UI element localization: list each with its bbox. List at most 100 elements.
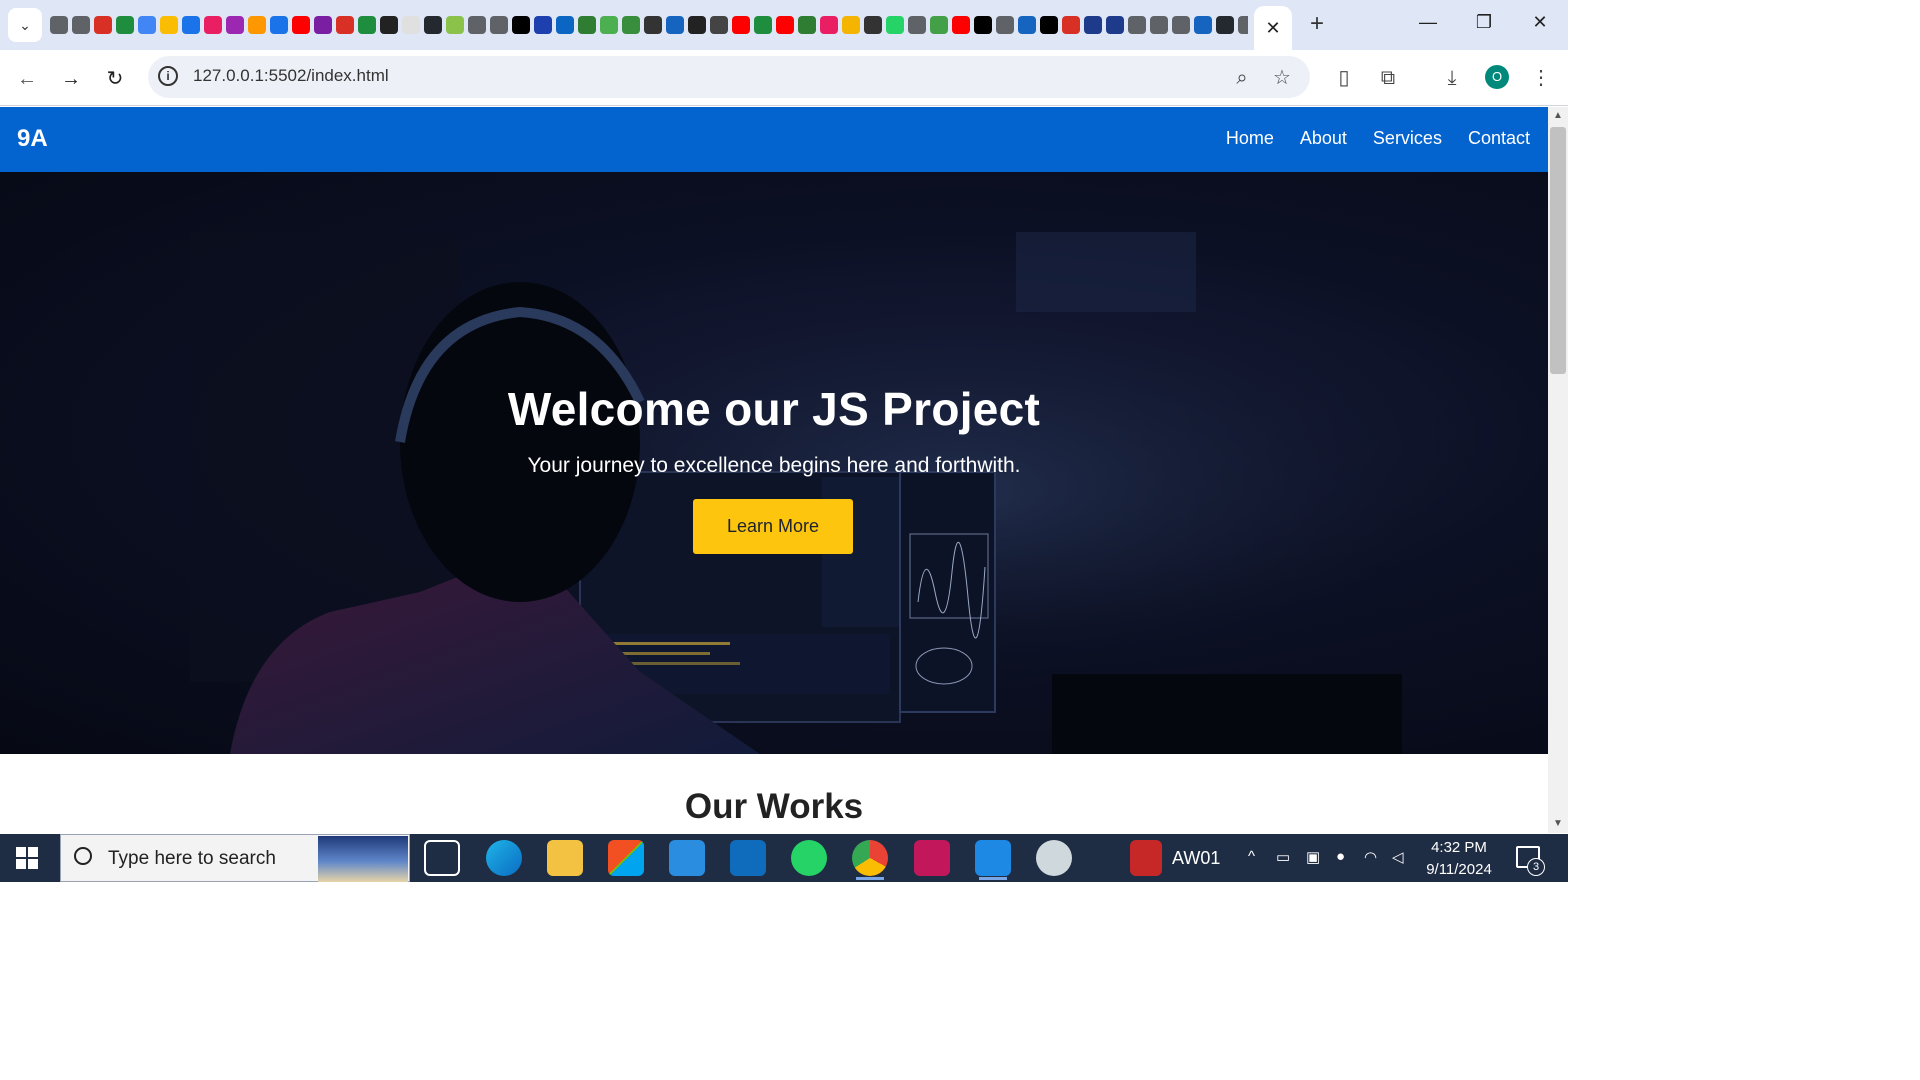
- pinned-tab-favicon-icon[interactable]: [556, 16, 574, 34]
- pinned-tab-favicon-icon[interactable]: [908, 16, 926, 34]
- pinned-tab-favicon-icon[interactable]: [622, 16, 640, 34]
- nav-link-about[interactable]: About: [1300, 128, 1347, 149]
- pinned-tab-favicon-icon[interactable]: [1172, 16, 1190, 34]
- pinned-tab-favicon-icon[interactable]: [1194, 16, 1212, 34]
- reading-mode-icon[interactable]: ▯: [1330, 64, 1358, 92]
- pinned-tab-favicon-icon[interactable]: [1128, 16, 1146, 34]
- pinned-tab-favicon-icon[interactable]: [512, 16, 530, 34]
- tray-overflow-icon[interactable]: ^: [1248, 848, 1255, 865]
- url-text[interactable]: 127.0.0.1:5502/index.html: [193, 66, 389, 86]
- pinned-tab-favicon-icon[interactable]: [996, 16, 1014, 34]
- learn-more-button[interactable]: Learn More: [693, 499, 853, 554]
- pinned-tab-favicon-icon[interactable]: [72, 16, 90, 34]
- pinned-tab-favicon-icon[interactable]: [204, 16, 222, 34]
- pinned-tab-favicon-icon[interactable]: [1150, 16, 1168, 34]
- pinned-tab-favicon-icon[interactable]: [644, 16, 662, 34]
- pinned-tab-favicon-icon[interactable]: [1216, 16, 1234, 34]
- pinned-tab-favicon-icon[interactable]: [468, 16, 486, 34]
- pinned-tab-favicon-icon[interactable]: [820, 16, 838, 34]
- pinned-tab-favicon-icon[interactable]: [490, 16, 508, 34]
- download-icon[interactable]: ⤓: [1438, 64, 1466, 92]
- back-icon[interactable]: ←: [12, 64, 42, 94]
- file-explorer-icon[interactable]: [547, 840, 583, 876]
- restore-icon[interactable]: ❐: [1464, 12, 1504, 38]
- outlook-icon[interactable]: [730, 840, 766, 876]
- pinned-tab-favicon-icon[interactable]: [600, 16, 618, 34]
- pinned-tab-favicon-icon[interactable]: [402, 16, 420, 34]
- scrollbar-thumb[interactable]: [1550, 127, 1566, 374]
- aw01-app-icon[interactable]: [1130, 840, 1162, 876]
- pinned-tab-favicon-icon[interactable]: [974, 16, 992, 34]
- pinned-tab-favicon-icon[interactable]: [754, 16, 772, 34]
- minimize-icon[interactable]: —: [1408, 12, 1448, 38]
- pinned-tab-favicon-icon[interactable]: [248, 16, 266, 34]
- pinned-tab-favicon-icon[interactable]: [930, 16, 948, 34]
- volume-icon[interactable]: ◁: [1392, 848, 1404, 866]
- pinned-tab-favicon-icon[interactable]: [732, 16, 750, 34]
- scroll-down-icon[interactable]: ▼: [1552, 818, 1564, 829]
- paint-icon[interactable]: [1036, 840, 1072, 876]
- pinned-tab-favicon-icon[interactable]: [314, 16, 332, 34]
- pinned-tab-favicon-icon[interactable]: [864, 16, 882, 34]
- pinned-tab-favicon-icon[interactable]: [534, 16, 552, 34]
- pinned-tab-favicon-icon[interactable]: [138, 16, 156, 34]
- active-tab-close-icon[interactable]: ✕: [1254, 6, 1292, 50]
- pinned-tab-favicon-icon[interactable]: [94, 16, 112, 34]
- pinned-tab-favicon-icon[interactable]: [1062, 16, 1080, 34]
- pinned-tab-favicon-icon[interactable]: [50, 16, 68, 34]
- new-tab-button[interactable]: +: [1304, 12, 1330, 38]
- taskbar-clock[interactable]: 4:32 PM 9/11/2024: [1420, 837, 1498, 881]
- close-window-icon[interactable]: ✕: [1520, 12, 1560, 38]
- pinned-tab-favicon-icon[interactable]: [688, 16, 706, 34]
- pinned-tab-favicon-icon[interactable]: [886, 16, 904, 34]
- pinned-tab-favicon-icon[interactable]: [270, 16, 288, 34]
- pinned-tab-favicon-icon[interactable]: [182, 16, 200, 34]
- pinned-tab-favicon-icon[interactable]: [1018, 16, 1036, 34]
- scroll-up-icon[interactable]: ▲: [1552, 110, 1564, 121]
- zoom-icon[interactable]: ⌕: [1228, 64, 1256, 92]
- pinned-tab-favicon-icon[interactable]: [952, 16, 970, 34]
- pinned-tab-favicon-icon[interactable]: [446, 16, 464, 34]
- pinned-tab-favicon-icon[interactable]: [380, 16, 398, 34]
- bookmark-star-icon[interactable]: ☆: [1268, 64, 1296, 92]
- site-info-icon[interactable]: i: [158, 66, 178, 86]
- site-logo[interactable]: 9A: [17, 125, 48, 153]
- aw01-label[interactable]: AW01: [1172, 848, 1220, 869]
- menu-icon[interactable]: ⋮: [1527, 64, 1555, 92]
- wifi-icon[interactable]: ◠: [1364, 848, 1377, 866]
- windows-start-icon[interactable]: [16, 847, 38, 869]
- pinned-tab-favicon-icon[interactable]: [1084, 16, 1102, 34]
- pinned-tab-favicon-icon[interactable]: [1040, 16, 1058, 34]
- nav-link-home[interactable]: Home: [1226, 128, 1274, 149]
- task-view-icon[interactable]: [424, 840, 460, 876]
- mail-icon[interactable]: [669, 840, 705, 876]
- tab-search-chevron-icon[interactable]: ⌄: [8, 8, 42, 42]
- chrome-icon[interactable]: [852, 840, 888, 880]
- pinned-tab-favicon-icon[interactable]: [1106, 16, 1124, 34]
- reload-icon[interactable]: ↻: [100, 64, 130, 94]
- pinned-tab-favicon-icon[interactable]: [666, 16, 684, 34]
- pinned-tab-favicon-icon[interactable]: [578, 16, 596, 34]
- battery-icon[interactable]: ▭: [1276, 848, 1290, 866]
- vscode-icon[interactable]: [975, 840, 1011, 880]
- pinned-tab-favicon-icon[interactable]: [710, 16, 728, 34]
- pinned-tab-favicon-icon[interactable]: [292, 16, 310, 34]
- nav-link-services[interactable]: Services: [1373, 128, 1442, 149]
- profile-avatar[interactable]: O: [1485, 65, 1509, 89]
- pinned-tab-favicon-icon[interactable]: [798, 16, 816, 34]
- screen-recorder-icon[interactable]: [914, 840, 950, 876]
- whatsapp-icon[interactable]: [791, 840, 827, 876]
- pinned-tab-favicon-icon[interactable]: [1238, 16, 1248, 34]
- taskbar-search-placeholder[interactable]: Type here to search: [108, 848, 276, 870]
- pinned-tab-favicon-icon[interactable]: [424, 16, 442, 34]
- pinned-tab-favicon-icon[interactable]: [226, 16, 244, 34]
- device-icon[interactable]: ▣: [1306, 848, 1320, 866]
- nav-link-contact[interactable]: Contact: [1468, 128, 1530, 149]
- pinned-tab-favicon-icon[interactable]: [116, 16, 134, 34]
- pinned-tab-favicon-icon[interactable]: [842, 16, 860, 34]
- pinned-tab-favicon-icon[interactable]: [776, 16, 794, 34]
- forward-icon[interactable]: →: [56, 64, 86, 94]
- microphone-icon[interactable]: ●: [1336, 848, 1345, 865]
- pinned-tab-favicon-icon[interactable]: [336, 16, 354, 34]
- microsoft-store-icon[interactable]: [608, 840, 644, 876]
